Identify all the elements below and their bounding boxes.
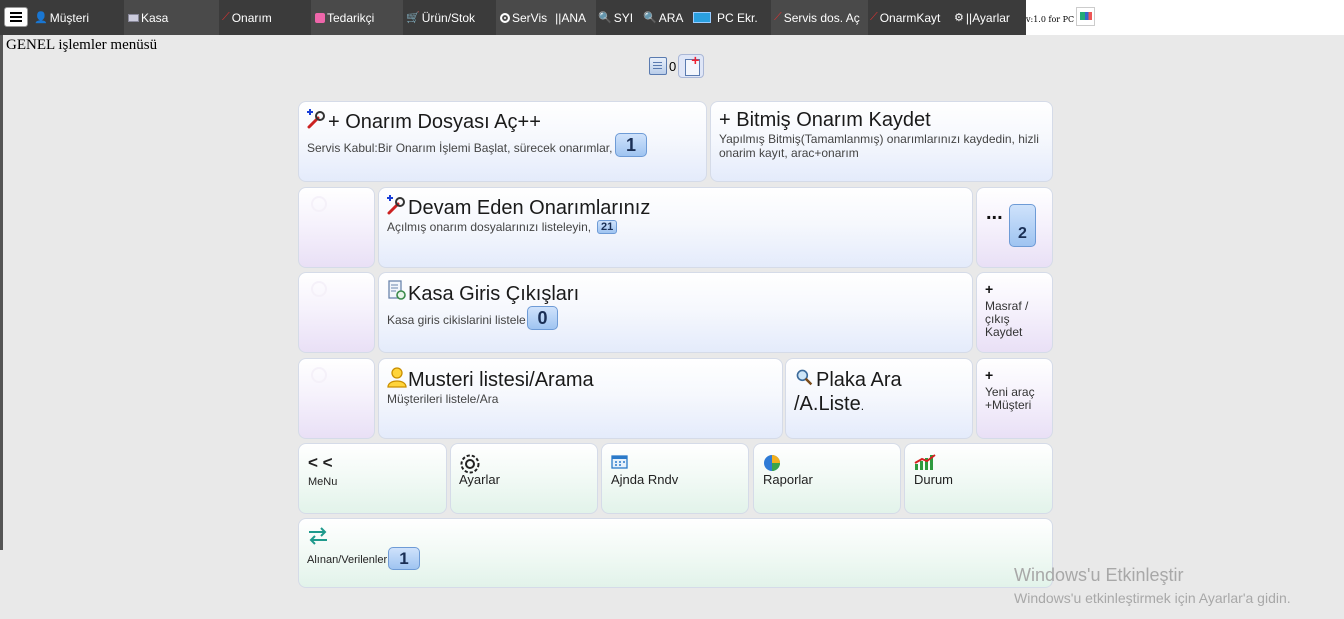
status-tile[interactable]: Durum	[904, 443, 1053, 514]
customers-card[interactable]: Musteri listesi/Arama Müşterileri listel…	[378, 358, 783, 439]
cash-title: Kasa Giris Çıkışları	[408, 283, 580, 305]
wrench-icon: ⟋	[870, 11, 878, 23]
customer-side-tile[interactable]	[298, 358, 375, 439]
open-repair-badge: 1	[615, 133, 647, 157]
user-icon	[387, 367, 407, 388]
swap-arrows-icon	[309, 527, 327, 545]
ongoing-repairs-badge: 21	[597, 220, 618, 234]
monitor-icon	[693, 12, 711, 23]
top-navigation-bar: 👤 Müşteri Kasa ⟋ Onarım Tedarikçi 🛒 Ürün/St…	[0, 0, 1344, 35]
activation-watermark-title: Windows'u Etkinleştir	[1014, 565, 1184, 585]
user-icon: 👤	[34, 12, 48, 24]
nav-ara[interactable]: 🔍 ARA	[643, 0, 691, 35]
nav-onarmkayt[interactable]: ⟋ OnarmKayt	[868, 0, 952, 35]
finished-repair-card[interactable]: + Bitmiş Onarım Kaydet Yapılmış Bitmiş(T…	[710, 101, 1053, 182]
ongoing-more-tile[interactable]: ... 2	[976, 187, 1053, 268]
wrench-plus-icon	[307, 109, 325, 129]
supplier-icon	[315, 12, 325, 23]
more-dots: ...	[986, 202, 1003, 224]
nav-tedarikci[interactable]: Tedarikçi	[311, 0, 403, 35]
back-arrows-icon: < <	[308, 453, 333, 472]
menu-tile[interactable]: < < MeNu	[298, 443, 447, 514]
new-vehicle-plus: +	[985, 367, 994, 383]
nav-musteri[interactable]: 👤 Müşteri	[34, 0, 124, 35]
menu-label: MeNu	[308, 476, 338, 488]
add-document-button[interactable]	[678, 52, 705, 78]
top-quick-icons: 0	[649, 52, 705, 78]
wrench-icon	[387, 195, 405, 215]
calendar-icon	[611, 455, 628, 469]
wrench-icon: ⟋	[222, 11, 230, 23]
faded-icon	[311, 281, 327, 297]
exchange-card[interactable]: Alınan/Verilenler 1	[298, 518, 1053, 588]
expense-label: Masraf / çıkış Kaydet	[985, 299, 1029, 339]
cash-subtitle: Kasa giris cikislarini listele	[387, 313, 526, 327]
ongoing-repairs-card[interactable]: Devam Eden Onarımlarınız Açılmış onarım …	[378, 187, 973, 268]
finished-repair-title: + Bitmiş Onarım Kaydet	[719, 109, 931, 131]
faded-icon	[311, 367, 327, 383]
exchange-badge: 1	[388, 547, 420, 570]
ongoing-more-badge: 2	[1009, 204, 1036, 247]
left-rule	[0, 35, 3, 550]
status-label: Durum	[914, 472, 954, 487]
expense-plus: +	[985, 281, 994, 297]
new-vehicle-tile[interactable]: + Yeni araç +Müşteri	[976, 358, 1053, 439]
settings-label: Ayarlar	[459, 472, 500, 487]
open-repair-title: + Onarım Dosyası Aç++	[328, 111, 541, 133]
agenda-label: Ajnda Rndv	[611, 472, 679, 487]
hamburger-menu-button[interactable]	[4, 7, 28, 27]
settings-tile[interactable]: Ayarlar	[450, 443, 598, 514]
cash-side-tile[interactable]	[298, 272, 375, 353]
activation-watermark-text: Windows'u etkinleştirmek için Ayarlar'a …	[1014, 590, 1291, 606]
document-count: 0	[669, 58, 677, 74]
faded-icon	[311, 196, 327, 212]
nav-urun-stok[interactable]: 🛒 Ürün/Stok	[403, 0, 496, 35]
nav-servis-dos-ac[interactable]: ⟋ Servis dos. Aç	[771, 0, 868, 35]
magnifier-icon	[796, 369, 813, 386]
nav-ana[interactable]: ||ANA	[555, 11, 586, 25]
open-repair-card[interactable]: + Onarım Dosyası Aç++ Servis Kabul:Bir O…	[298, 101, 707, 182]
nav-ayarlar[interactable]: ⚙ ||Ayarlar	[954, 0, 1026, 35]
plate-search-title: Plaka Ara	[816, 369, 902, 391]
version-label: v:1.0 for PC	[1026, 15, 1075, 24]
plate-search-card[interactable]: Plaka Ara /A.Liste.	[785, 358, 973, 439]
agenda-tile[interactable]: Ajnda Rndv	[601, 443, 749, 514]
nav-kasa[interactable]: Kasa	[124, 0, 219, 35]
document-search-icon	[388, 280, 406, 300]
customers-title: Musteri listesi/Arama	[408, 369, 594, 391]
ongoing-side-tile[interactable]	[298, 187, 375, 268]
reports-tile[interactable]: Raporlar	[753, 443, 901, 514]
customers-subtitle: Müşterileri listele/Ara	[387, 392, 499, 406]
ongoing-repairs-subtitle: Açılmış onarım dosyalarınızı listeleyin,	[387, 220, 592, 234]
pie-chart-icon	[764, 455, 780, 471]
finished-repair-subtitle: Yapılmış Bitmiş(Tamamlanmış) onarımların…	[719, 132, 1039, 160]
open-repair-subtitle: Servis Kabul:Bir Onarım İşlemi Başlat, s…	[307, 141, 613, 155]
search-icon: 🔍	[598, 12, 612, 24]
expense-tile[interactable]: + Masraf / çıkış Kaydet	[976, 272, 1053, 353]
nav-pc-ekr[interactable]: PC Ekr.	[693, 0, 771, 35]
document-list-icon[interactable]	[649, 57, 667, 75]
cash-icon	[128, 13, 139, 22]
hamburger-icon	[10, 16, 22, 18]
wrench-icon: ⟋	[774, 11, 782, 23]
gear-icon: ⚙	[954, 12, 964, 24]
page-title: GENEL işlemler menüsü	[6, 37, 158, 53]
reports-label: Raporlar	[763, 472, 813, 487]
app-logo	[1076, 7, 1095, 26]
service-icon	[500, 12, 510, 23]
plate-list-title: /A.Liste.	[794, 393, 865, 415]
growth-chart-icon	[914, 454, 936, 470]
search-icon: 🔍	[643, 12, 657, 24]
new-vehicle-label: Yeni araç +Müşteri	[985, 385, 1035, 412]
cash-badge: 0	[527, 306, 558, 330]
cart-icon: 🛒	[406, 12, 420, 24]
exchange-label: Alınan/Verilenler	[307, 554, 388, 566]
cash-card[interactable]: Kasa Giris Çıkışları Kasa giris cikislar…	[378, 272, 973, 353]
nav-onarim[interactable]: ⟋ Onarım	[219, 0, 311, 35]
nav-servis[interactable]: SerVis ||ANA	[496, 0, 596, 35]
nav-syi[interactable]: 🔍 SYI	[598, 0, 640, 35]
ongoing-repairs-title: Devam Eden Onarımlarınız	[408, 197, 651, 219]
